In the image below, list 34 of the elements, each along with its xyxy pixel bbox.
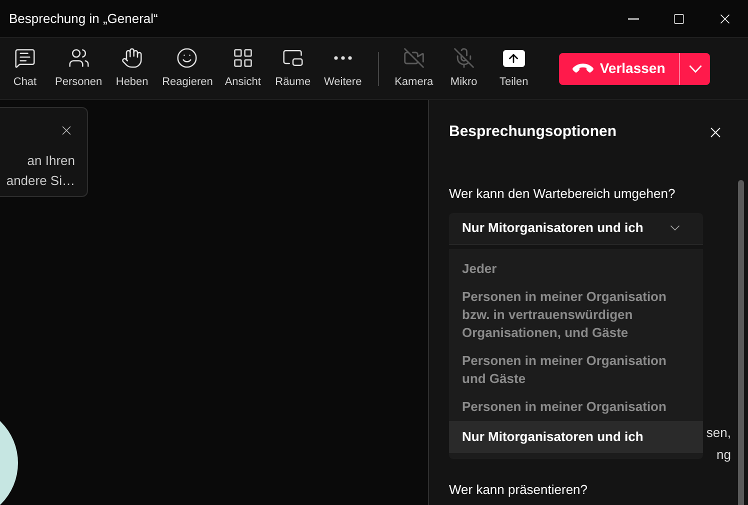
dropdown-option[interactable]: Nur Mitorganisatoren und ich <box>449 421 703 453</box>
chevron-icon <box>688 64 702 72</box>
toolbar-button[interactable]: Weitere <box>318 40 368 98</box>
maximize-icon <box>673 12 685 24</box>
presenters-question: Wer kann präsentieren? <box>449 481 588 499</box>
more-icon <box>334 56 352 60</box>
lobby-question: Wer kann den Wartebereich umgehen? <box>449 185 676 203</box>
grid-icon <box>232 47 254 70</box>
hand-icon <box>121 47 144 70</box>
chat-icon <box>14 47 36 70</box>
share-icon <box>502 50 525 67</box>
minimize-icon <box>628 18 638 20</box>
toolbar-button[interactable]: Räume <box>268 40 318 98</box>
toolbar-button[interactable]: Kamera <box>388 40 439 98</box>
panel-title: Besprechungsoptionen <box>449 122 618 142</box>
toolbar-button[interactable]: Teilen <box>488 40 539 98</box>
smile-icon <box>176 47 198 70</box>
toolbar-button[interactable]: Mikro <box>438 40 489 98</box>
toolbar-button[interactable]: Personen <box>50 40 108 98</box>
notification-text: andere Si… <box>6 172 75 190</box>
dropdown-option[interactable]: Personen in meiner Organisation <box>449 393 703 421</box>
dropdown-option[interactable]: Jeder <box>449 255 703 283</box>
people-icon <box>68 47 90 70</box>
dropdown-option[interactable]: Personen in meiner Organisation bzw. in vertrauenswürdigen Organisationen, und Gäste <box>449 283 703 347</box>
dropdown-option[interactable]: Personen in meiner Organisation und Gäste <box>449 347 703 393</box>
notification-text: an Ihren <box>27 152 75 170</box>
lobby-dropdown[interactable]: Nur Mitorganisatoren und ich <box>449 212 703 244</box>
toolbar-button[interactable]: Ansicht <box>218 40 268 98</box>
window-title: Besprechung in „General“ <box>9 10 159 28</box>
toolbar-button[interactable]: Chat <box>0 40 50 98</box>
toolbar-button[interactable]: Reagieren <box>157 40 218 98</box>
partial-text: sen, <box>706 424 731 442</box>
partial-text: ng <box>716 446 731 464</box>
toolbar-button[interactable]: Heben <box>107 40 158 98</box>
